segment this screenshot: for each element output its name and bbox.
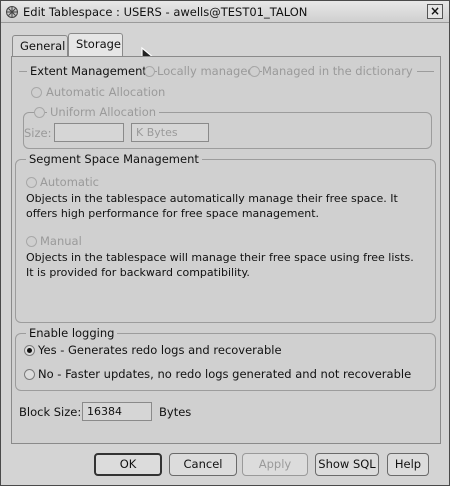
block-size-unit: Bytes	[159, 405, 192, 419]
size-unit-select[interactable]: K Bytes	[131, 123, 209, 142]
size-label: Size:	[24, 126, 52, 140]
ok-label: OK	[119, 457, 137, 471]
locally-managed-label: Locally managed	[157, 64, 259, 78]
uniform-allocation-label: Uniform Allocation	[47, 105, 160, 119]
logging-yes-radio[interactable]	[24, 345, 35, 356]
ok-button[interactable]: OK	[94, 453, 162, 476]
cancel-label: Cancel	[183, 457, 223, 471]
block-size-input[interactable]: 16384	[82, 402, 152, 421]
dictionary-managed-radio[interactable]	[249, 66, 260, 77]
tab-storage-label: Storage	[76, 37, 121, 51]
size-input[interactable]	[54, 123, 124, 142]
help-label: Help	[394, 457, 422, 471]
segment-automatic-radio[interactable]	[26, 177, 37, 188]
close-icon[interactable]: ×	[427, 4, 443, 19]
logging-no-radio[interactable]	[24, 369, 35, 380]
segment-automatic-desc: Objects in the tablespace automatically …	[26, 192, 398, 220]
show-sql-button[interactable]: Show SQL	[315, 453, 379, 476]
tab-storage[interactable]: Storage	[68, 33, 123, 57]
segment-space-legend: Segment Space Management	[26, 152, 202, 166]
edit-tablespace-dialog: Edit Tablespace : USERS - awells@TEST01_…	[0, 0, 450, 486]
segment-manual-label: Manual	[40, 234, 82, 248]
app-icon	[6, 6, 18, 18]
title-bar: Edit Tablespace : USERS - awells@TEST01_…	[1, 1, 449, 23]
logging-no-label: No - Faster updates, no redo logs genera…	[38, 367, 412, 381]
extent-management-group: Extent Management Locally managed Manage…	[19, 64, 434, 161]
cancel-button[interactable]: Cancel	[169, 453, 237, 476]
uniform-allocation-group: Uniform Allocation Size: K Bytes	[23, 105, 432, 149]
segment-space-group: Segment Space Management Automatic Objec…	[15, 152, 436, 323]
help-button[interactable]: Help	[387, 453, 429, 476]
segment-manual-desc: Objects in the tablespace will manage th…	[26, 251, 414, 279]
logging-group: Enable logging Yes - Generates redo logs…	[15, 326, 436, 391]
storage-panel: Extent Management Locally managed Manage…	[11, 56, 441, 444]
uniform-allocation-radio[interactable]	[34, 107, 45, 118]
tab-general[interactable]: General	[12, 35, 68, 56]
segment-manual-radio[interactable]	[26, 236, 37, 247]
window-title: Edit Tablespace : USERS - awells@TEST01_…	[23, 5, 308, 19]
automatic-allocation-label: Automatic Allocation	[46, 85, 166, 99]
automatic-allocation-radio[interactable]	[31, 87, 42, 98]
show-sql-label: Show SQL	[318, 457, 376, 471]
logging-yes-label: Yes - Generates redo logs and recoverabl…	[38, 343, 282, 357]
dictionary-managed-label: Managed in the dictionary	[262, 64, 417, 78]
segment-automatic-label: Automatic	[40, 175, 99, 189]
logging-legend: Enable logging	[26, 326, 118, 340]
locally-managed-radio[interactable]	[144, 66, 155, 77]
tab-general-label: General	[20, 39, 66, 53]
apply-button[interactable]: Apply	[242, 453, 308, 476]
extent-management-legend: Extent Management	[27, 64, 150, 78]
block-size-label: Block Size:	[19, 405, 82, 419]
apply-label: Apply	[258, 457, 292, 471]
size-unit-value: K Bytes	[136, 126, 178, 139]
